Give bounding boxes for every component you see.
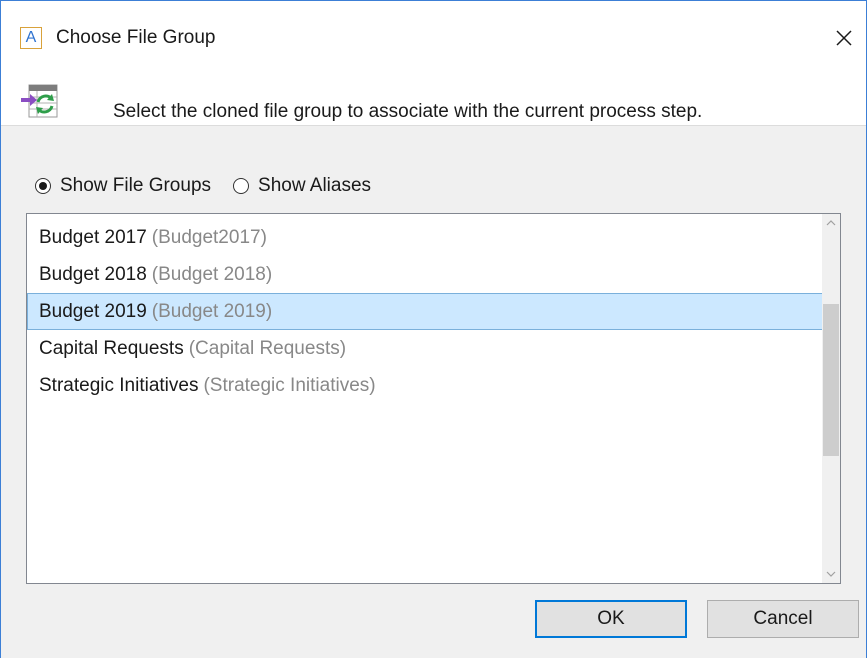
instruction-text: Select the cloned file group to associat… (113, 101, 703, 122)
item-alias: (Capital Requests) (188, 337, 347, 359)
item-name: Budget 2018 (39, 263, 147, 285)
radio-button[interactable] (233, 178, 250, 194)
item-name: Strategic Initiatives (39, 374, 199, 396)
header-info: Select the cloned file group to associat… (1, 71, 866, 129)
radio-label: Show Aliases (258, 175, 372, 196)
item-name: Budget 2017 (39, 226, 147, 248)
item-alias: (Budget2017) (151, 226, 267, 248)
close-button[interactable] (829, 23, 859, 53)
item-name: Budget 2019 (39, 300, 147, 322)
cancel-button[interactable]: Cancel (707, 600, 859, 638)
item-alias: (Budget 2018) (151, 263, 273, 285)
list-item[interactable]: Budget 2017 (Budget2017) (27, 219, 824, 256)
app-icon: A (20, 27, 42, 49)
scroll-down-button[interactable] (822, 565, 840, 583)
chevron-down-icon (826, 571, 836, 577)
radio-button-checked[interactable] (35, 178, 51, 194)
close-icon (836, 30, 852, 46)
dialog-body: Show File Groups Show Aliases Budget 201… (1, 125, 866, 658)
process-step-icon (21, 81, 58, 118)
vertical-scrollbar[interactable] (822, 214, 840, 583)
item-alias: (Strategic Initiatives) (203, 374, 376, 396)
scroll-up-button[interactable] (822, 214, 840, 232)
scroll-thumb[interactable] (823, 304, 839, 456)
list-items: Budget 2017 (Budget2017) Budget 2018 (Bu… (27, 219, 824, 404)
radio-label: Show File Groups (60, 175, 212, 196)
item-name: Capital Requests (39, 337, 184, 359)
ok-button[interactable]: OK (535, 600, 687, 638)
show-aliases-radio[interactable]: Show Aliases (233, 174, 371, 198)
item-alias: (Budget 2019) (151, 300, 273, 322)
show-file-groups-radio[interactable]: Show File Groups (35, 174, 211, 198)
file-group-list[interactable]: Budget 2017 (Budget2017) Budget 2018 (Bu… (26, 213, 841, 584)
list-item[interactable]: Budget 2018 (Budget 2018) (27, 256, 824, 293)
list-item[interactable]: Strategic Initiatives (Strategic Initiat… (27, 367, 824, 404)
app-icon-letter: A (25, 29, 37, 46)
chevron-up-icon (826, 220, 836, 226)
window-title: Choose File Group (56, 27, 216, 48)
view-options: Show File Groups Show Aliases (35, 173, 393, 199)
title-bar[interactable]: A Choose File Group (1, 1, 866, 71)
list-item[interactable]: Capital Requests (Capital Requests) (27, 330, 824, 367)
list-item-selected[interactable]: Budget 2019 (Budget 2019) (27, 293, 823, 330)
choose-file-group-dialog: A Choose File Group Select the cloned fi… (0, 0, 867, 658)
